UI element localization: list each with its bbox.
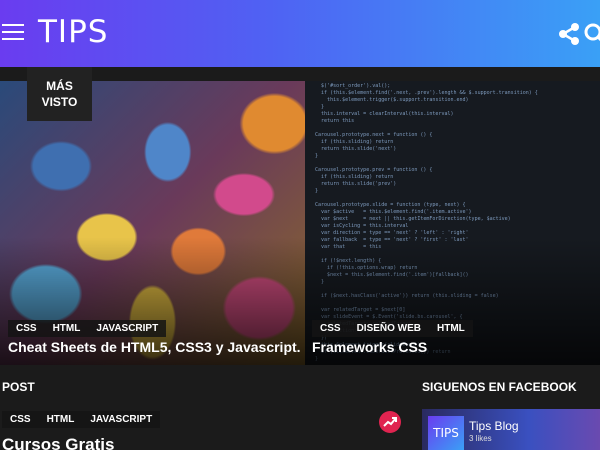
- post-tags: CSS HTML JAVASCRIPT: [2, 411, 161, 428]
- facebook-likes-count: 3 likes: [469, 434, 492, 443]
- search-icon[interactable]: [584, 23, 600, 45]
- badge-line-2: VISTO: [41, 95, 78, 109]
- tag-css[interactable]: CSS: [312, 320, 349, 337]
- tag-html[interactable]: HTML: [38, 411, 83, 428]
- facebook-page-avatar[interactable]: TIPS: [428, 416, 464, 450]
- facebook-page-widget[interactable]: TIPS Tips Blog 3 likes: [422, 409, 600, 450]
- share-icon[interactable]: [557, 22, 581, 46]
- left-post-title[interactable]: Cheat Sheets de HTML5, CSS3 y Javascript…: [8, 339, 301, 355]
- tag-css[interactable]: CSS: [2, 411, 39, 428]
- menu-icon[interactable]: [2, 24, 24, 40]
- site-logo[interactable]: TIPS: [38, 14, 108, 50]
- trending-icon: [379, 411, 401, 433]
- most-viewed-badge: MÁS VISTO: [27, 67, 92, 121]
- top-header: TIPS: [0, 0, 600, 67]
- tag-javascript[interactable]: JAVASCRIPT: [82, 411, 161, 428]
- tag-diseno-web[interactable]: DISEÑO WEB: [348, 320, 430, 337]
- right-post-tags: CSS DISEÑO WEB HTML: [312, 320, 473, 337]
- left-post-tags: CSS HTML JAVASCRIPT: [8, 320, 167, 337]
- badge-line-1: MÁS: [46, 79, 73, 93]
- post-section-title: POST: [2, 380, 35, 394]
- post-heading[interactable]: Cursos Gratis: [2, 435, 114, 450]
- facebook-page-name[interactable]: Tips Blog: [469, 419, 519, 433]
- tag-html[interactable]: HTML: [44, 320, 89, 337]
- tag-javascript[interactable]: JAVASCRIPT: [88, 320, 167, 337]
- tag-html[interactable]: HTML: [429, 320, 473, 337]
- tag-css[interactable]: CSS: [8, 320, 45, 337]
- right-post-title[interactable]: Frameworks CSS: [312, 339, 427, 355]
- facebook-section-title: SIGUENOS EN FACEBOOK: [422, 380, 577, 394]
